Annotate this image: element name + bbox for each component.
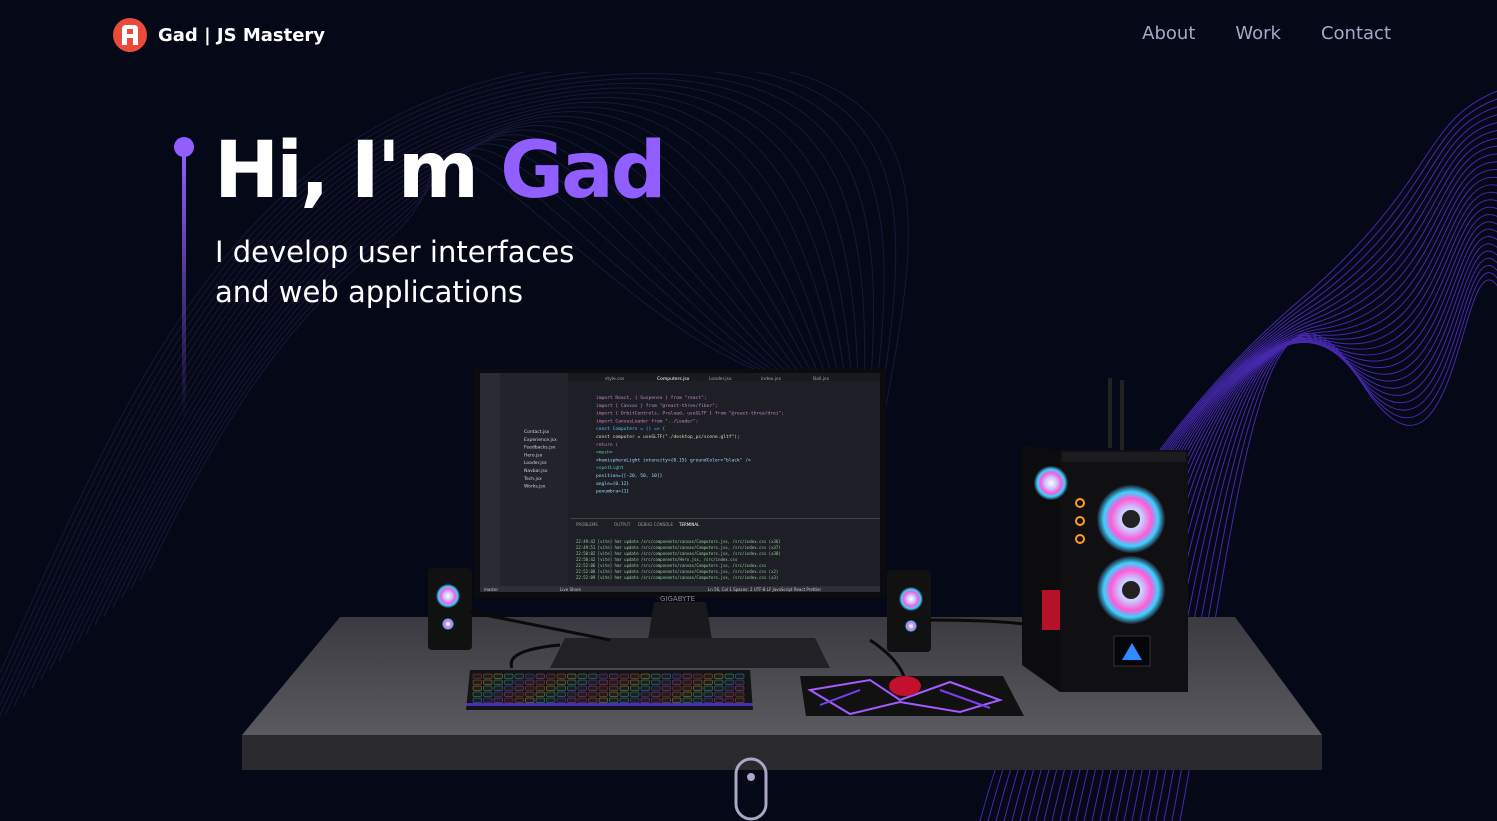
editor-tab[interactable]: Ball.jsx: [813, 376, 829, 382]
terminal-line: 22:50:42 [vite] hmr update /src/componen…: [576, 557, 738, 562]
terminal-tab[interactable]: DEBUG CONSOLE: [638, 522, 674, 527]
code-line: const Computers = () => {: [596, 426, 665, 432]
terminal-line: 22:52:06 [vite] hmr update /src/componen…: [576, 563, 767, 568]
code-line: const computer = useGLTF("./desktop_pc/s…: [596, 434, 740, 440]
file-item[interactable]: Hero.jsx: [524, 452, 543, 458]
logo-icon: [113, 18, 147, 52]
monitor-brand: GIGABYTE: [660, 595, 695, 603]
nav-link-work[interactable]: Work: [1235, 23, 1281, 44]
terminal-tab[interactable]: TERMINAL: [678, 522, 700, 527]
speaker-right: [887, 570, 931, 652]
keyboard: [466, 670, 753, 710]
status-left: master: [484, 587, 498, 592]
file-item[interactable]: Loader.jsx: [524, 460, 547, 466]
file-item[interactable]: Works.jsx: [524, 484, 546, 490]
hero-accent-rail: [174, 137, 194, 417]
nav-links: About Work Contact: [1142, 23, 1391, 44]
hero-name: Gad: [500, 126, 666, 216]
terminal-line: 22:49:51 [vite] hmr update /src/componen…: [576, 545, 781, 550]
computer-scene-canvas[interactable]: style.css Computers.jsx Loader.jsx index.js…: [0, 0, 1497, 821]
file-item[interactable]: Contact.jsx: [524, 429, 550, 435]
file-item[interactable]: Experience.jsx: [524, 437, 557, 443]
code-line: <hemisphereLight intensity={0.15} ground…: [596, 457, 751, 463]
editor-tab[interactable]: style.css: [605, 376, 625, 382]
editor-tab[interactable]: index.jsx: [761, 376, 781, 382]
terminal-tabs: PROBLEMS OUTPUT DEBUG CONSOLE TERMINAL: [576, 522, 700, 527]
scroll-indicator[interactable]: [734, 757, 768, 821]
file-item[interactable]: Feedbacks.jsx: [524, 445, 556, 451]
code-line: penumbra={1}: [596, 489, 629, 495]
terminal-line: 22:52:08 [vite] hmr update /src/componen…: [576, 569, 778, 574]
nav-link-contact[interactable]: Contact: [1321, 23, 1391, 44]
code-line: import { Canvas } from "@react-three/fib…: [596, 403, 718, 409]
file-item[interactable]: Navbar.jsx: [524, 468, 548, 474]
code-line: <spotLight: [596, 465, 624, 471]
code-line: import CanvasLoader from "../Loader";: [596, 418, 698, 424]
speaker-left: [428, 568, 472, 650]
brand-name: Gad | JS Mastery: [158, 24, 326, 46]
status-right: Ln 56, Col 1 Spaces: 2 UTF-8 LF JavaScri…: [708, 587, 821, 592]
code-line: return (: [596, 442, 618, 448]
editor-tab[interactable]: Computers.jsx: [657, 376, 690, 382]
scroll-dot: [747, 773, 755, 781]
file-item[interactable]: Tech.jsx: [523, 476, 542, 482]
mouse: [889, 676, 921, 696]
code-line: position={[-20, 50, 10]}: [596, 473, 663, 479]
code-line: <mesh>: [596, 450, 613, 456]
code-line: import React, { Suspense } from "react";: [596, 395, 707, 401]
terminal-tab[interactable]: OUTPUT: [614, 522, 631, 527]
terminal-line: 22:49:42 [vite] hmr update /src/componen…: [576, 539, 781, 544]
navbar: Gad | JS Mastery About Work Contact: [0, 0, 1497, 72]
terminal-line: 22:50:02 [vite] hmr update /src/componen…: [576, 551, 781, 556]
code-line: angle={0.12}: [596, 481, 629, 487]
terminal-tab[interactable]: PROBLEMS: [576, 522, 598, 527]
code-line: import { OrbitControls, Preload, useGLTF…: [596, 411, 784, 417]
editor-tab[interactable]: Loader.jsx: [709, 376, 732, 382]
status-live-share: Live Share: [560, 587, 582, 592]
terminal-line: 22:52:09 [vite] hmr update /src/componen…: [576, 575, 778, 580]
hero-subtitle: I develop user interfaces and web applica…: [215, 235, 575, 309]
hero-title: Hi, I'm Gad: [214, 126, 667, 216]
pc-tower: [1022, 378, 1188, 692]
nav-link-about[interactable]: About: [1142, 23, 1195, 44]
brand-link[interactable]: Gad | JS Mastery: [112, 17, 325, 53]
